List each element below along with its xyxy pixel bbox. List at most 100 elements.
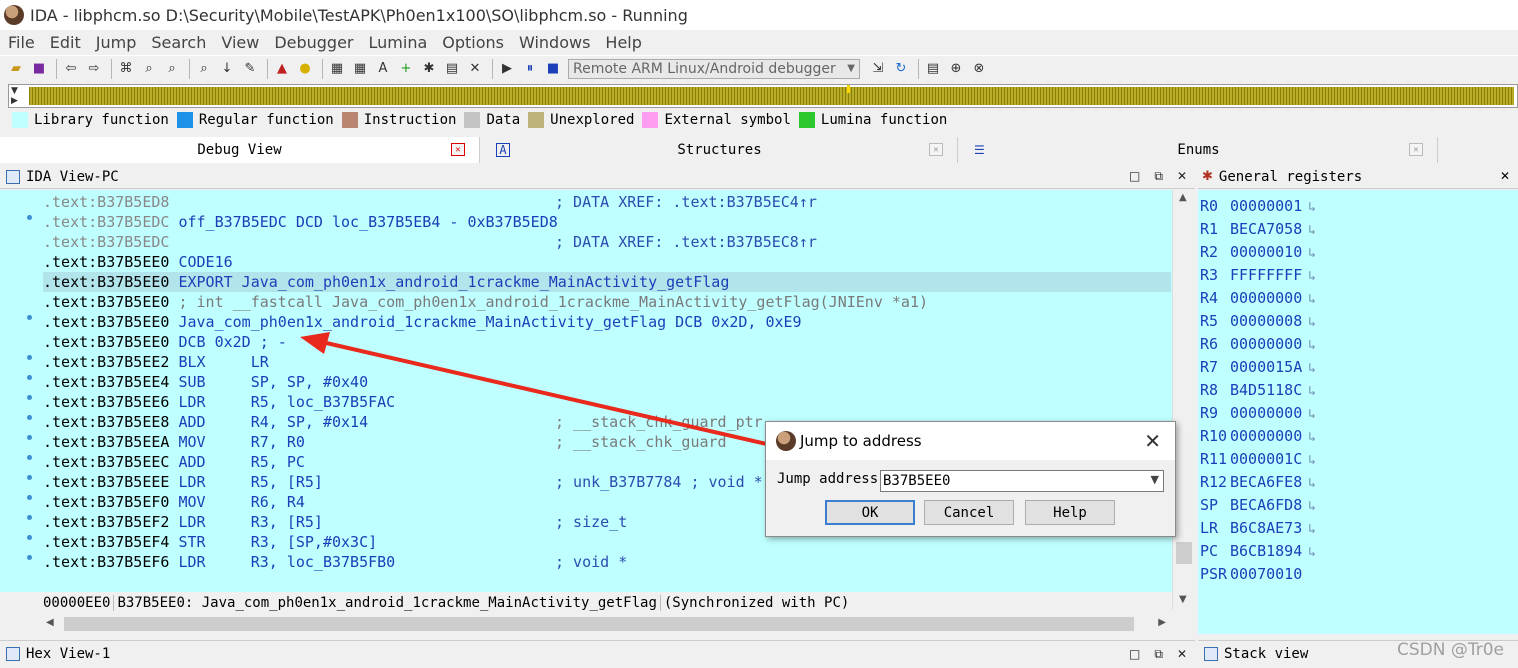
- breakpoint-dot[interactable]: [27, 495, 32, 500]
- add-struct-icon[interactable]: A: [373, 59, 393, 79]
- jump-address-combo[interactable]: ▼: [880, 470, 1164, 492]
- jump-arrow-icon[interactable]: ↳: [1308, 315, 1316, 330]
- menu-debugger[interactable]: Debugger: [274, 33, 353, 52]
- debugger-select[interactable]: Remote ARM Linux/Android debugger ▼: [568, 58, 860, 79]
- code-line[interactable]: .text:B37B5EE0 ; int __fastcall Java_com…: [43, 292, 1171, 312]
- search-text-icon[interactable]: ⌕: [139, 59, 159, 79]
- register-row[interactable]: LR B6C8AE73 ↳: [1200, 517, 1316, 539]
- code-line[interactable]: .text:B37B5EE2 BLX LR: [43, 352, 1171, 372]
- close-icon[interactable]: ✕: [1409, 143, 1423, 156]
- breakpoint-dot[interactable]: [27, 355, 32, 360]
- breakpoint-dot[interactable]: [27, 375, 32, 380]
- register-row[interactable]: R6 00000000 ↳: [1200, 333, 1316, 355]
- chevron-down-icon[interactable]: ▼: [1151, 473, 1159, 486]
- register-value[interactable]: B6C8AE73: [1230, 519, 1302, 537]
- graph-icon[interactable]: ▲: [272, 59, 292, 79]
- close-icon[interactable]: ✕: [1177, 169, 1187, 184]
- nav-arrows-icon[interactable]: ▼ ▶: [11, 86, 18, 106]
- help-button[interactable]: Help: [1025, 500, 1115, 525]
- register-row[interactable]: R8 B4D5118C ↳: [1200, 379, 1316, 401]
- code-line[interactable]: .text:B37B5EDC ; DATA XREF: .text:B37B5EC…: [43, 232, 1171, 252]
- jump-address-input[interactable]: [883, 472, 1138, 490]
- register-row[interactable]: R7 0000015A ↳: [1200, 356, 1316, 378]
- jump-arrow-icon[interactable]: ↳: [1308, 269, 1316, 284]
- line-code[interactable]: ADD R4, SP, #0x14: [169, 413, 368, 431]
- back-arrow-icon[interactable]: ⇦: [61, 59, 81, 79]
- attach-icon[interactable]: ⇲: [868, 59, 888, 79]
- jump-arrow-icon[interactable]: ↳: [1308, 292, 1316, 307]
- code-line[interactable]: .text:B37B5ED8 ; DATA XREF: .text:B37B5EC…: [43, 192, 1171, 212]
- line-code[interactable]: LDR R5, [R5]: [169, 473, 323, 491]
- line-code[interactable]: Java_com_ph0en1x_android_1crackme_MainAc…: [169, 313, 801, 331]
- register-value[interactable]: BECA6FE8: [1230, 473, 1302, 491]
- scroll-thumb[interactable]: [64, 617, 1134, 631]
- line-code[interactable]: MOV R6, R4: [169, 493, 304, 511]
- minimize-icon[interactable]: □: [1129, 647, 1140, 662]
- code-line[interactable]: .text:B37B5EE0 Java_com_ph0en1x_android_…: [43, 312, 1171, 332]
- line-code[interactable]: BLX LR: [169, 353, 268, 371]
- code-line-current[interactable]: .text:B37B5EE0 DCB 0x2D ; -: [43, 332, 1171, 352]
- register-row[interactable]: R2 00000010 ↳: [1200, 241, 1316, 263]
- register-row[interactable]: R10 00000000 ↳: [1200, 425, 1316, 447]
- jump-arrow-icon[interactable]: ↳: [1308, 200, 1316, 215]
- register-row[interactable]: R5 00000008 ↳: [1200, 310, 1316, 332]
- tab-structures[interactable]: A Structures ✕: [482, 137, 958, 163]
- register-value[interactable]: 00000010: [1230, 243, 1302, 261]
- register-value[interactable]: 00000000: [1230, 427, 1302, 445]
- debug-bug-icon[interactable]: ✱: [419, 59, 439, 79]
- menu-options[interactable]: Options: [442, 33, 504, 52]
- jump-arrow-icon[interactable]: ↳: [1308, 453, 1316, 468]
- line-code[interactable]: CODE16: [169, 253, 232, 271]
- breakpoint-dot[interactable]: [27, 535, 32, 540]
- jump-arrow-icon[interactable]: ↳: [1308, 384, 1316, 399]
- cancel-button[interactable]: Cancel: [924, 500, 1014, 525]
- lightbulb-icon[interactable]: ●: [295, 59, 315, 79]
- scroll-right-icon[interactable]: ▶: [1158, 617, 1166, 628]
- jump-arrow-icon[interactable]: ↳: [1308, 246, 1316, 261]
- play-icon[interactable]: ▶: [497, 59, 517, 79]
- tab-enums[interactable]: ☰ Enums ✕: [960, 137, 1438, 163]
- menu-search[interactable]: Search: [151, 33, 206, 52]
- menu-file[interactable]: File: [8, 33, 35, 52]
- register-row[interactable]: R9 00000000 ↳: [1200, 402, 1316, 424]
- scroll-thumb[interactable]: [1176, 542, 1192, 564]
- minimize-icon[interactable]: □: [1129, 169, 1140, 184]
- close-x-icon[interactable]: ✕: [465, 59, 485, 79]
- breakpoint-dot[interactable]: [27, 435, 32, 440]
- patch-icon[interactable]: ▤: [442, 59, 462, 79]
- breakpoint-dot[interactable]: [27, 215, 32, 220]
- jump-arrow-icon[interactable]: ↳: [1308, 361, 1316, 376]
- binoculars-icon[interactable]: ⌘: [116, 59, 136, 79]
- line-comment[interactable]: ; int __fastcall Java_com_ph0en1x_androi…: [169, 293, 928, 311]
- register-row[interactable]: R3 FFFFFFFF ↳: [1200, 264, 1316, 286]
- breakpoint-dot[interactable]: [27, 395, 32, 400]
- line-code[interactable]: SUB SP, SP, #0x40: [169, 373, 368, 391]
- jump-arrow-icon[interactable]: ↳: [1308, 476, 1316, 491]
- data-icon[interactable]: ▦: [350, 59, 370, 79]
- register-value[interactable]: 0000001C: [1230, 450, 1302, 468]
- tab-debug-view[interactable]: Debug View ✕: [0, 137, 480, 163]
- horizontal-scrollbar[interactable]: ◀ ▶: [40, 614, 1172, 634]
- register-value[interactable]: BECA6FD8: [1230, 496, 1302, 514]
- code-line[interactable]: .text:B37B5EE6 LDR R5, loc_B37B5FAC: [43, 392, 1171, 412]
- vertical-scrollbar[interactable]: ▲ ▼: [1172, 190, 1195, 610]
- jump-arrow-icon[interactable]: ↳: [1308, 407, 1316, 422]
- line-code[interactable]: STR R3, [SP,#0x3C]: [169, 533, 377, 551]
- menu-view[interactable]: View: [221, 33, 259, 52]
- navigation-strip[interactable]: [29, 87, 1514, 105]
- search-next-icon[interactable]: ⌕: [194, 59, 214, 79]
- jump-arrow-icon[interactable]: ↳: [1308, 338, 1316, 353]
- jump-arrow-icon[interactable]: ↳: [1308, 545, 1316, 560]
- register-row[interactable]: R12 BECA6FE8 ↳: [1200, 471, 1316, 493]
- restore-icon[interactable]: ⧉: [1154, 169, 1163, 184]
- jump-arrow-icon[interactable]: ↳: [1308, 223, 1316, 238]
- pause-icon[interactable]: ⏸: [520, 59, 540, 79]
- register-row[interactable]: PC B6CB1894 ↳: [1200, 540, 1316, 562]
- registers-panel[interactable]: R0 00000001 ↳ R1 BECA7058 ↳ R2 00000010 ↳ R3 FF…: [1198, 190, 1518, 634]
- trace-off-icon[interactable]: ⊗: [969, 59, 989, 79]
- line-code[interactable]: LDR R5, loc_B37B5FAC: [169, 393, 395, 411]
- jump-arrow-icon[interactable]: ↳: [1308, 522, 1316, 537]
- register-value[interactable]: B6CB1894: [1230, 542, 1302, 560]
- search-binary-icon[interactable]: ⌕: [162, 59, 182, 79]
- register-row[interactable]: SP BECA6FD8 ↳: [1200, 494, 1316, 516]
